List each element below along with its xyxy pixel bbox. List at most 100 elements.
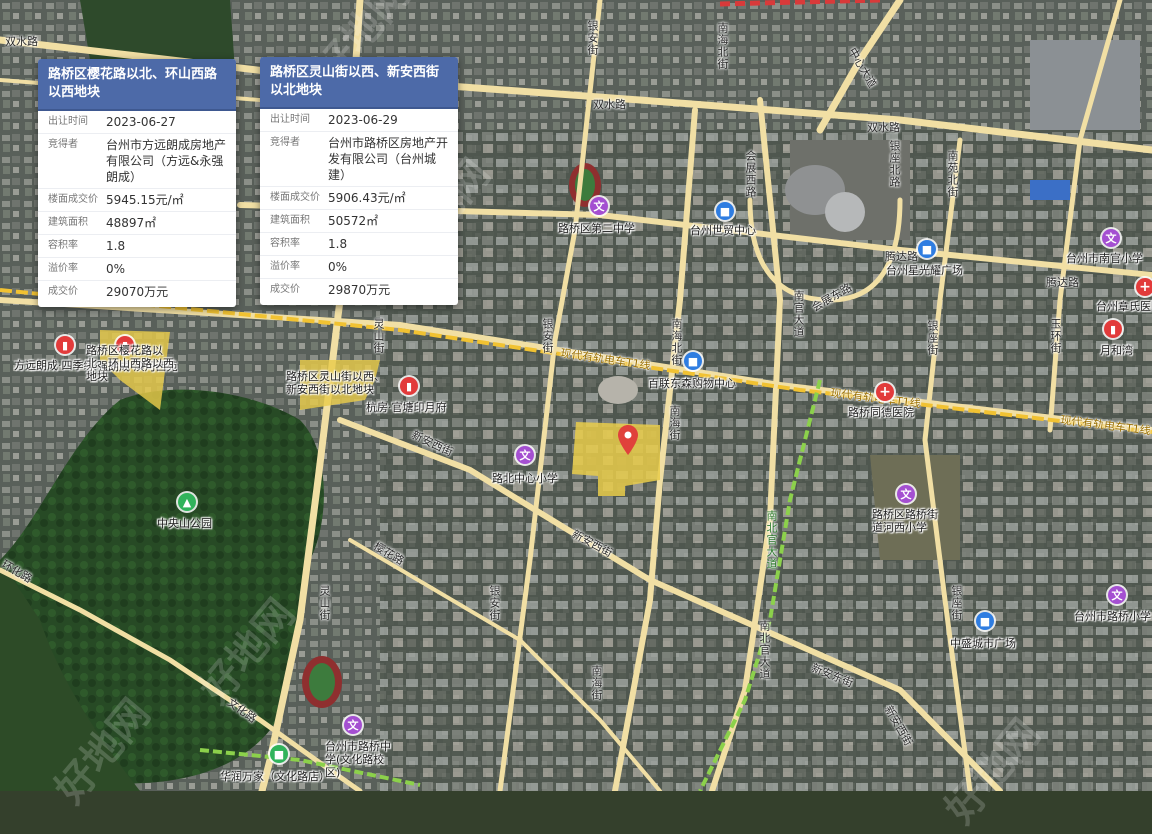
- popup-value: 29070万元: [106, 285, 169, 299]
- location-pin-icon[interactable]: [618, 425, 638, 455]
- popup-key: 楼面成交价: [270, 192, 320, 203]
- popup-row: 出让时间 2023-06-27: [38, 111, 236, 134]
- popup-key: 溢价率: [48, 263, 78, 274]
- road-label: 南北官大道: [758, 620, 771, 680]
- school-icon[interactable]: 文: [590, 197, 608, 215]
- popup-value: 2023-06-27: [106, 115, 176, 129]
- poi-label: 台州星光耀广场: [886, 264, 963, 277]
- road-label: 双水路: [867, 121, 900, 134]
- poi-label: 杭房·官塘印月府: [366, 401, 447, 414]
- popup-key: 竞得者: [48, 139, 78, 150]
- road-label: 南官大道: [792, 290, 805, 338]
- poi-label: 中央山公园: [157, 517, 212, 530]
- school-icon[interactable]: 文: [897, 485, 915, 503]
- popup-key: 楼面成交价: [48, 194, 98, 205]
- school-icon[interactable]: 文: [1108, 586, 1126, 604]
- poi-label: 华润万家（文化路店）: [220, 770, 330, 783]
- popup-key: 竞得者: [270, 137, 300, 148]
- popup-title: 路桥区樱花路以北、环山西路以西地块: [38, 59, 236, 111]
- residential-icon[interactable]: ▮: [1104, 320, 1122, 338]
- poi-label: 月和湾: [1100, 344, 1133, 357]
- popup-row: 容积率 1.8: [260, 233, 458, 256]
- popup-row: 建筑面积 48897㎡: [38, 212, 236, 235]
- popup-row: 成交价 29070万元: [38, 281, 236, 307]
- popup-row: 容积率 1.8: [38, 235, 236, 258]
- poi-label: 台州世贸中心: [690, 224, 756, 237]
- shopping-icon[interactable]: ■: [918, 240, 936, 258]
- popup-row: 竞得者 台州市方远朗成房地产有限公司（方远&永强朗成）: [38, 134, 236, 189]
- popup-title: 路桥区灵山街以西、新安西街以北地块: [260, 57, 458, 109]
- road-label: 银座北路: [888, 140, 901, 188]
- park-icon[interactable]: ▲: [178, 493, 196, 511]
- poi-label: 中盛城市广场: [950, 637, 1016, 650]
- road-label: 银座街: [950, 585, 963, 621]
- road-label: 会展西路: [744, 150, 757, 198]
- poi-label: 路桥区第二中学: [558, 222, 635, 235]
- road-label: 灵山街: [318, 585, 331, 621]
- hospital-icon[interactable]: +: [876, 383, 894, 401]
- popup-value: 5945.15元/㎡: [106, 193, 184, 207]
- popup-value: 50572㎡: [328, 214, 379, 228]
- popup-value: 1.8: [106, 239, 126, 253]
- road-label: 灵山街: [372, 318, 385, 354]
- poi-label: 路北中心小学: [492, 472, 558, 485]
- hospital-icon[interactable]: +: [1136, 278, 1152, 296]
- popup-key: 建筑面积: [270, 215, 310, 226]
- poi-label: 台州章氏医院: [1096, 300, 1152, 313]
- popup-value: 48897㎡: [106, 216, 157, 230]
- road-label: 双水路: [5, 35, 38, 48]
- residential-icon[interactable]: ▮: [400, 377, 418, 395]
- road-label: 腾达路: [1046, 276, 1079, 289]
- popup-row: 出让时间 2023-06-29: [260, 109, 458, 132]
- supermarket-icon[interactable]: ■: [270, 745, 288, 763]
- school-icon[interactable]: 文: [1102, 229, 1120, 247]
- road-label: 南北官大道: [765, 510, 778, 570]
- parcel-label[interactable]: 路桥区樱花路以北、环山西路以西地块: [86, 344, 182, 383]
- parcel-label[interactable]: 路桥区灵山街以西、新安西街以北地块: [286, 370, 388, 396]
- road-label: 南海街: [590, 665, 603, 701]
- popup-row: 竞得者 台州市路桥区房地产开发有限公司（台州城建）: [260, 132, 458, 187]
- residential-icon[interactable]: ▮: [56, 336, 74, 354]
- shopping-icon[interactable]: ■: [976, 612, 994, 630]
- popup-value: 0%: [328, 260, 348, 274]
- road-label: 银座街: [926, 320, 939, 356]
- popup-key: 溢价率: [270, 261, 300, 272]
- road-label: 南苑北街: [946, 150, 959, 198]
- popup-row: 建筑面积 50572㎡: [260, 210, 458, 233]
- poi-label: 台州市南官小学: [1066, 252, 1143, 265]
- road-label: 南海北街: [716, 22, 729, 70]
- road-label: 南海北街: [670, 318, 683, 366]
- poi-label: 百联东森购物中心: [648, 377, 736, 390]
- parcel-info-popup: 路桥区灵山街以西、新安西街以北地块 出让时间 2023-06-29 竞得者 台州市路…: [260, 57, 458, 305]
- shopping-icon[interactable]: ■: [684, 352, 702, 370]
- popup-key: 容积率: [270, 238, 300, 249]
- popup-key: 成交价: [270, 284, 300, 295]
- popup-value: 台州市方远朗成房地产有限公司（方远&永强朗成）: [106, 138, 227, 184]
- popup-key: 出让时间: [48, 116, 88, 127]
- popup-row: 溢价率 0%: [260, 256, 458, 279]
- popup-value: 29870万元: [328, 283, 391, 297]
- poi-label: 台州市路桥小学: [1074, 610, 1151, 623]
- popup-value: 5906.43元/㎡: [328, 191, 406, 205]
- popup-value: 台州市路桥区房地产开发有限公司（台州城建）: [328, 136, 449, 182]
- popup-value: 2023-06-29: [328, 113, 398, 127]
- road-label: 腾达路: [885, 250, 918, 263]
- poi-label: 方远朗成·四季缘: [14, 359, 95, 372]
- road-label: 双水路: [593, 98, 626, 111]
- parcel-info-popup: 路桥区樱花路以北、环山西路以西地块 出让时间 2023-06-27 竞得者 台州市方…: [38, 59, 236, 307]
- popup-key: 容积率: [48, 240, 78, 251]
- popup-value: 1.8: [328, 237, 348, 251]
- popup-row: 楼面成交价 5906.43元/㎡: [260, 187, 458, 210]
- shopping-icon[interactable]: ■: [716, 202, 734, 220]
- school-icon[interactable]: 文: [516, 446, 534, 464]
- road-label: 银安街: [488, 585, 501, 621]
- road-label: 南海街: [668, 405, 681, 441]
- popup-value: 0%: [106, 262, 126, 276]
- poi-label: 路桥区路桥街道河西小学: [872, 508, 938, 534]
- popup-row: 溢价率 0%: [38, 258, 236, 281]
- road-label: 银安街: [586, 20, 599, 56]
- school-icon[interactable]: 文: [344, 716, 362, 734]
- poi-label: 路桥同德医院: [848, 406, 914, 419]
- poi-label: 台州市路桥中学(文化路校区): [325, 740, 391, 779]
- road-label: 玉环街: [1049, 318, 1062, 354]
